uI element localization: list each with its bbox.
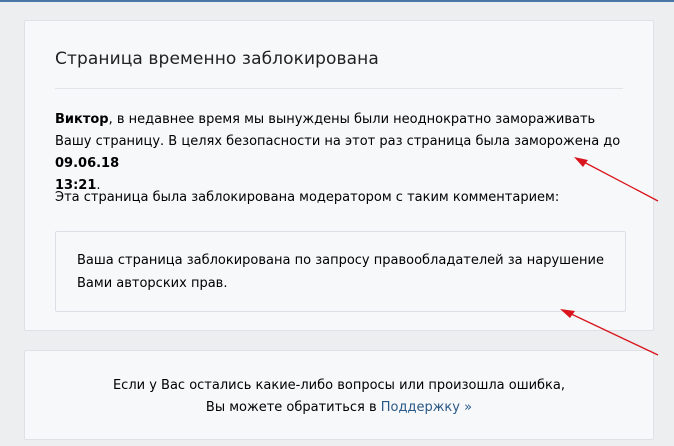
top-header-line xyxy=(0,0,674,2)
support-text: Если у Вас остались какие-либо вопросы и… xyxy=(25,375,653,419)
moderator-comment-box: Ваша страница заблокирована по запросу п… xyxy=(55,231,626,312)
support-card: Если у Вас остались какие-либо вопросы и… xyxy=(24,350,654,440)
support-line1: Если у Вас остались какие-либо вопросы и… xyxy=(112,378,566,393)
support-link[interactable]: Поддержку » xyxy=(381,400,472,415)
moderator-comment: Ваша страница заблокирована по запросу п… xyxy=(77,253,605,291)
block-date: 09.06.18 xyxy=(55,156,120,171)
support-line2: Вы можете обратиться в xyxy=(205,400,381,415)
title-divider xyxy=(55,88,623,89)
page-title: Страница временно заблокирована xyxy=(55,49,379,69)
block-message-text: , в недавнее время мы вынуждены были нео… xyxy=(55,112,621,149)
user-name: Виктор xyxy=(55,112,109,127)
blocked-page-card: Страница временно заблокирована Виктор, … xyxy=(24,20,654,331)
moderator-note: Эта страница была заблокирована модерато… xyxy=(55,190,560,205)
block-message: Виктор, в недавнее время мы вынуждены бы… xyxy=(55,109,630,197)
